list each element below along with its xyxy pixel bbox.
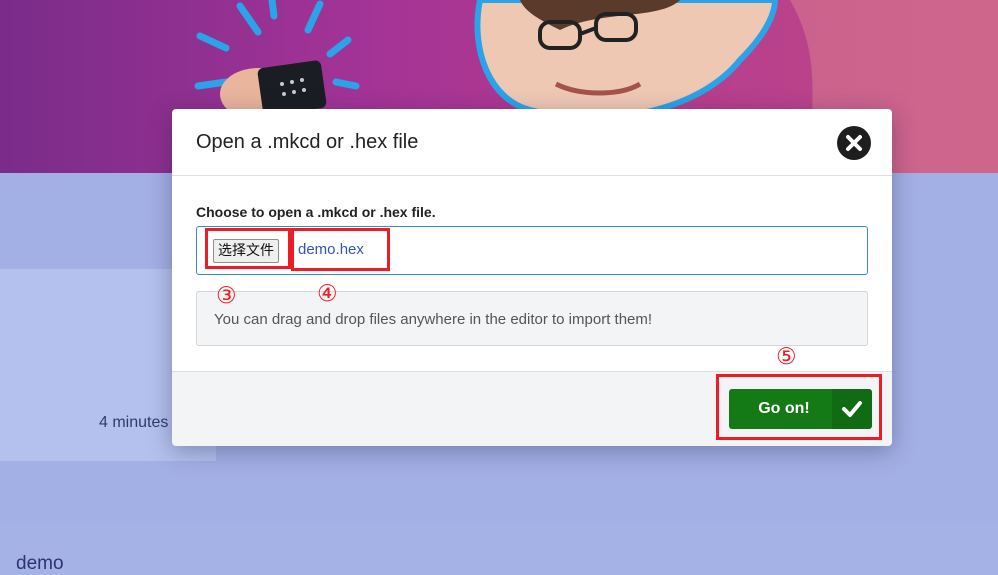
file-input[interactable]: 选择文件 demo.hex <box>196 226 868 275</box>
file-prompt-label: Choose to open a .mkcd or .hex file. <box>196 204 436 220</box>
go-on-label: Go on! <box>758 400 810 417</box>
drag-drop-hint-text: You can drag and drop files anywhere in … <box>214 311 653 328</box>
dialog-header: Open a .mkcd or .hex file <box>172 109 892 176</box>
drag-drop-hint-box: You can drag and drop files anywhere in … <box>196 291 868 346</box>
go-on-check-area <box>832 389 872 429</box>
go-on-button[interactable]: Go on! <box>729 389 872 429</box>
project-card-timestamp: 4 minutes <box>99 414 169 431</box>
choose-file-button[interactable]: 选择文件 <box>213 239 279 263</box>
close-icon <box>846 135 862 151</box>
annotation-marker-3: ③ <box>216 283 237 309</box>
close-button[interactable] <box>837 126 871 160</box>
checkmark-icon <box>842 401 862 417</box>
annotation-marker-4: ④ <box>317 281 338 307</box>
annotation-marker-5: ⑤ <box>776 344 797 370</box>
dialog-footer: Go on! <box>172 371 892 446</box>
import-file-dialog: Open a .mkcd or .hex file Choose to open… <box>172 109 892 446</box>
selected-file-name: demo.hex <box>298 241 364 258</box>
dialog-title: Open a .mkcd or .hex file <box>196 131 419 153</box>
project-card-title: demo <box>16 553 64 574</box>
dialog-body: Choose to open a .mkcd or .hex file. 选择文… <box>172 176 892 371</box>
